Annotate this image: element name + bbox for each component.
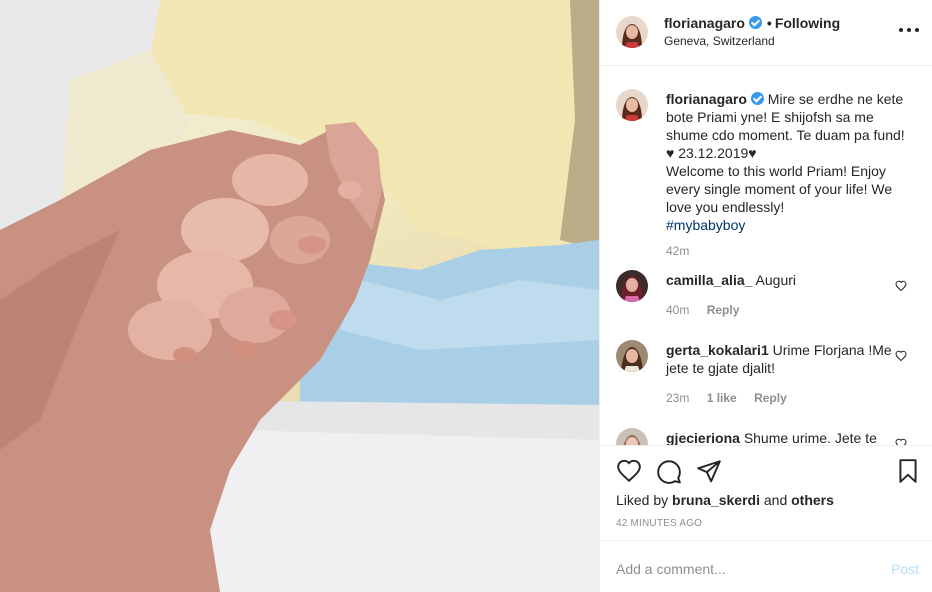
post-header: florianagaro • Following Geneva, Switzerla… bbox=[600, 0, 932, 66]
baby-hand-photo bbox=[0, 0, 599, 592]
verified-badge-icon bbox=[748, 16, 762, 29]
reply-button[interactable]: Reply bbox=[707, 303, 740, 317]
liked-by: Liked by bruna_skerdi and others bbox=[616, 492, 834, 508]
heart-icon[interactable] bbox=[616, 458, 642, 484]
share-icon[interactable] bbox=[696, 458, 722, 484]
post-actions: Liked by bruna_skerdi and others 42 MINU… bbox=[600, 445, 932, 540]
post-time-ago[interactable]: 42 MINUTES AGO bbox=[616, 518, 702, 529]
commenter-avatar-image bbox=[616, 428, 648, 445]
caption-time[interactable]: 42m bbox=[666, 242, 916, 260]
comment: camilla_alia_ Auguri 40m Reply bbox=[666, 271, 916, 319]
comment-time[interactable]: 40m bbox=[666, 303, 689, 317]
commenter-avatar[interactable] bbox=[616, 340, 648, 372]
bookmark-icon[interactable] bbox=[895, 458, 921, 484]
liked-by-user[interactable]: bruna_skerdi bbox=[672, 492, 760, 508]
location-link[interactable]: Geneva, Switzerland bbox=[664, 34, 775, 48]
comment-icon[interactable] bbox=[656, 458, 682, 484]
caption-username[interactable]: florianagaro bbox=[666, 91, 747, 107]
comment-time[interactable]: 23m bbox=[666, 391, 689, 405]
liked-by-prefix: Liked by bbox=[616, 492, 669, 508]
commenter-avatar-image bbox=[616, 270, 648, 302]
comment-input[interactable]: Add a comment... bbox=[616, 561, 726, 577]
following-button[interactable]: Following bbox=[775, 15, 840, 31]
comment: gerta_kokalari1 Urime Florjana !Me jete … bbox=[666, 341, 916, 407]
post-photo[interactable] bbox=[0, 0, 599, 592]
caption-avatar-image bbox=[616, 89, 648, 121]
more-options-icon[interactable] bbox=[899, 22, 919, 38]
comment: gjecieriona Shume urime. Jete te bbox=[666, 429, 916, 445]
comments-list[interactable]: florianagaro Mire se erdhe ne kete bote … bbox=[600, 67, 932, 445]
comment-text: Shume urime. Jete te bbox=[743, 430, 877, 445]
comment-meta: 40m Reply bbox=[666, 301, 916, 319]
comment-meta: 23m 1 like Reply bbox=[666, 389, 916, 407]
author-avatar-image bbox=[616, 16, 648, 48]
more-dot bbox=[915, 28, 919, 32]
comment-text: Auguri bbox=[755, 272, 796, 288]
commenter-avatar[interactable] bbox=[616, 270, 648, 302]
add-comment-bar: Add a comment... Post bbox=[600, 540, 932, 592]
comment-like-heart-icon[interactable] bbox=[895, 280, 907, 292]
caption: florianagaro Mire se erdhe ne kete bote … bbox=[666, 90, 916, 260]
caption-text-english: Welcome to this world Priam! Enjoy every… bbox=[666, 163, 893, 215]
caption-avatar[interactable] bbox=[616, 89, 648, 121]
comment-username[interactable]: gerta_kokalari1 bbox=[666, 342, 769, 358]
commenter-avatar-image bbox=[616, 340, 648, 372]
comment-like-heart-icon[interactable] bbox=[895, 438, 907, 445]
liked-by-and: and bbox=[763, 492, 788, 508]
comment-likes[interactable]: 1 like bbox=[707, 391, 737, 405]
separator-dot: • bbox=[766, 15, 772, 31]
commenter-avatar[interactable] bbox=[616, 428, 648, 445]
caption-hashtag[interactable]: #mybabyboy bbox=[666, 217, 745, 233]
post-viewer: florianagaro • Following Geneva, Switzerla… bbox=[0, 0, 932, 592]
author-line: florianagaro • Following bbox=[664, 15, 840, 31]
verified-badge-icon bbox=[750, 92, 764, 105]
more-dot bbox=[907, 28, 911, 32]
comment-like-heart-icon[interactable] bbox=[895, 350, 907, 362]
author-avatar[interactable] bbox=[616, 16, 648, 48]
more-dot bbox=[899, 28, 903, 32]
post-comment-button[interactable]: Post bbox=[891, 561, 919, 577]
liked-by-others[interactable]: others bbox=[791, 492, 834, 508]
reply-button[interactable]: Reply bbox=[754, 391, 787, 405]
comment-username[interactable]: camilla_alia_ bbox=[666, 272, 752, 288]
author-username[interactable]: florianagaro bbox=[664, 15, 745, 31]
comment-username[interactable]: gjecieriona bbox=[666, 430, 740, 445]
post-details-panel: florianagaro • Following Geneva, Switzerla… bbox=[599, 0, 932, 592]
